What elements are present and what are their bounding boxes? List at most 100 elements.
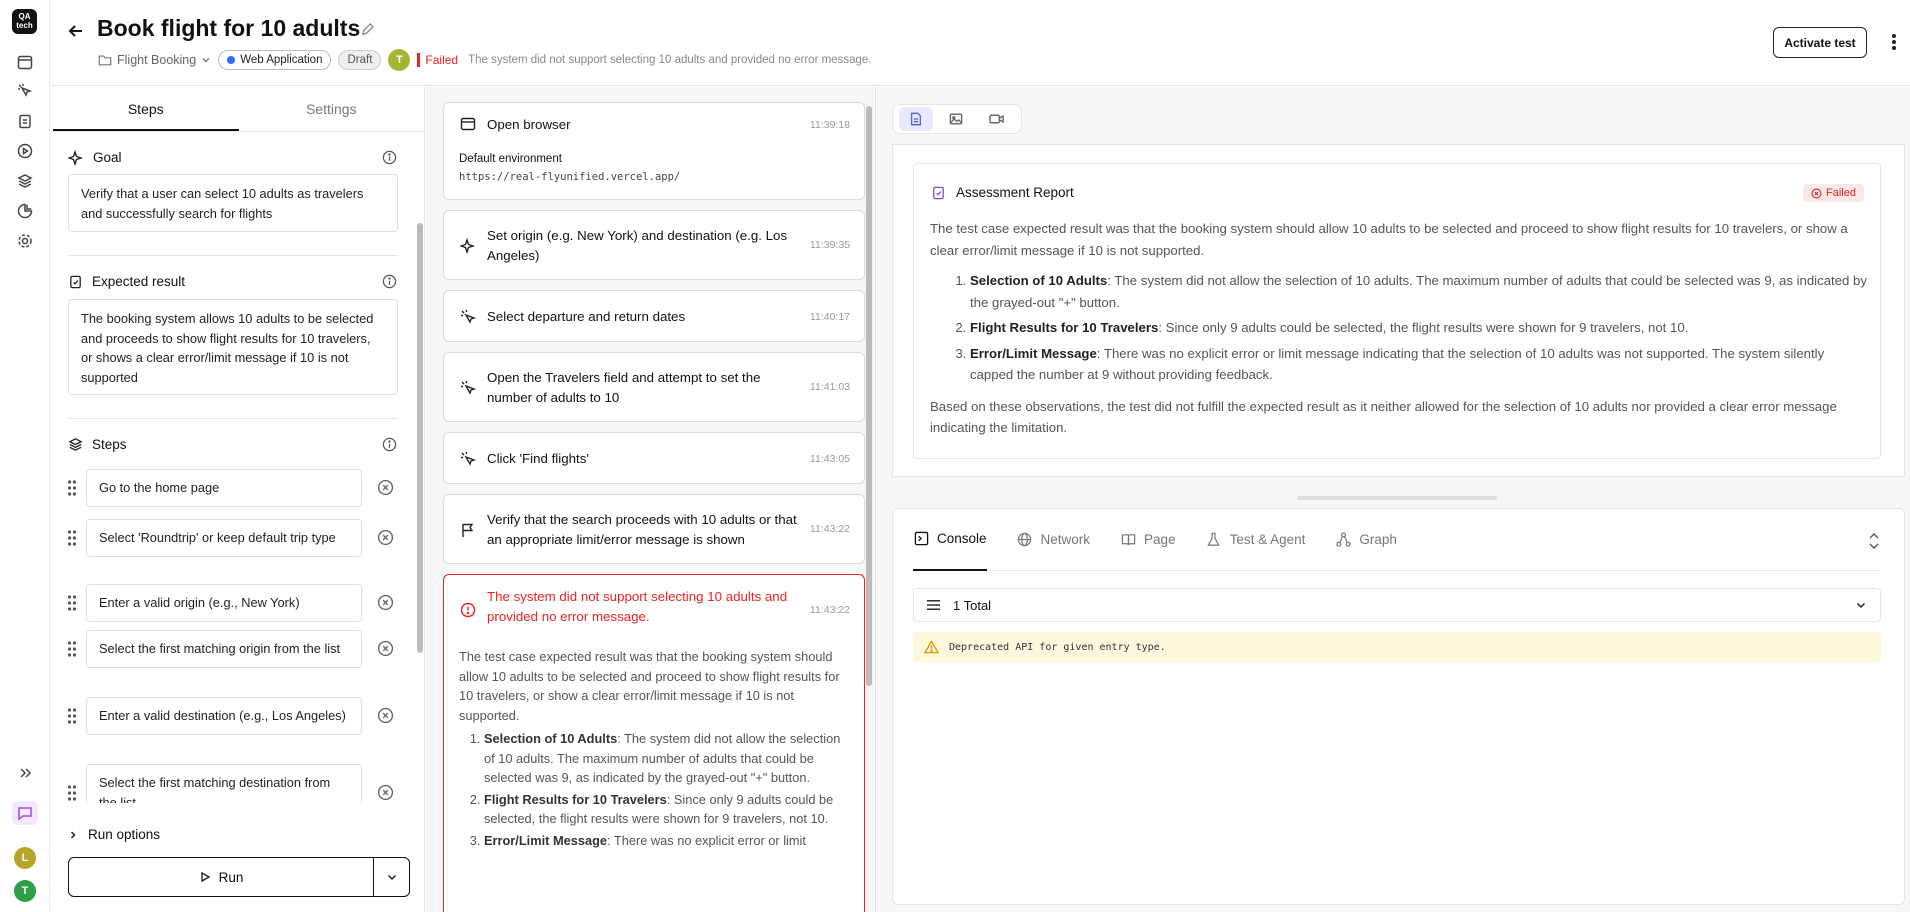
panel-resize-handle[interactable] <box>1297 496 1497 500</box>
remove-step-icon[interactable] <box>376 479 394 497</box>
pencil-icon[interactable] <box>358 20 376 38</box>
info-icon[interactable] <box>381 149 398 166</box>
tab-console[interactable]: Console <box>913 509 987 571</box>
app-type-badge[interactable]: Web Application <box>218 50 332 70</box>
tab-console-label: Console <box>937 531 987 546</box>
video-view-button[interactable] <box>979 107 1013 131</box>
screenshot-view-button[interactable] <box>939 107 973 131</box>
expand-collapse-icon[interactable] <box>1866 529 1882 553</box>
pie-chart-icon[interactable] <box>15 201 35 221</box>
activate-test-button[interactable]: Activate test <box>1773 27 1867 58</box>
step-input[interactable]: Select 'Roundtrip' or keep default trip … <box>86 519 362 557</box>
timeline-item[interactable]: Verify that the search proceeds with 10 … <box>443 494 865 564</box>
editor-tabs: Steps Settings <box>53 87 424 132</box>
assessment-report: Assessment Report Failed The test case e… <box>913 163 1881 459</box>
page-header: Book flight for 10 adults Flight Booking… <box>50 0 1910 86</box>
drag-handle-icon[interactable] <box>65 527 79 549</box>
expand-rail-icon[interactable] <box>15 763 35 783</box>
tab-settings[interactable]: Settings <box>239 87 425 131</box>
goal-label: Goal <box>93 150 122 165</box>
step-input[interactable]: Go to the home page <box>86 469 362 507</box>
warning-triangle-icon <box>923 639 939 655</box>
sparkle-icon <box>459 237 477 255</box>
goal-field[interactable]: Verify that a user can select 10 adults … <box>68 174 398 232</box>
remove-step-icon[interactable] <box>376 784 394 802</box>
video-icon <box>988 112 1004 126</box>
drag-handle-icon[interactable] <box>65 705 79 727</box>
flask-icon <box>1206 532 1222 548</box>
remove-step-icon[interactable] <box>376 594 394 612</box>
report-body: The test case expected result was that t… <box>930 218 1870 439</box>
timeline-item-title: Open browser <box>487 117 571 132</box>
cursor-click-icon <box>459 379 477 397</box>
document-icon <box>909 112 923 126</box>
sparkle-cursor-icon[interactable] <box>15 81 35 101</box>
clipboard-check-icon <box>930 184 946 200</box>
tab-network[interactable]: Network <box>1017 509 1090 571</box>
editor-scrollbar[interactable] <box>417 223 423 653</box>
run-label: Run <box>218 869 244 885</box>
folder-icon <box>98 53 112 67</box>
layers-icon[interactable] <box>15 171 35 191</box>
run-menu-button[interactable] <box>373 858 409 896</box>
step-input[interactable]: Enter a valid destination (e.g., Los Ang… <box>86 697 362 735</box>
info-icon[interactable] <box>381 436 398 453</box>
failure-point-label: Selection of 10 Adults <box>484 731 618 746</box>
timeline-item[interactable]: Open the Travelers field and attempt to … <box>443 352 865 422</box>
report-status-badge: Failed <box>1803 184 1864 202</box>
failure-point: Selection of 10 Adults: The system did n… <box>484 729 854 788</box>
drag-handle-icon[interactable] <box>65 638 79 660</box>
drag-handle-icon[interactable] <box>65 782 79 804</box>
browser-window-icon <box>459 115 477 133</box>
tab-steps[interactable]: Steps <box>53 87 239 131</box>
step-input[interactable]: Select the first matching destination fr… <box>86 764 362 803</box>
step-row: Select 'Roundtrip' or keep default trip … <box>65 519 405 557</box>
calendar-icon[interactable] <box>15 52 35 72</box>
run-options-label: Run options <box>88 827 161 842</box>
environment-url[interactable]: https://real-flyunified.vercel.app/ <box>459 171 680 183</box>
report-header: Assessment Report <box>930 184 1074 200</box>
remove-step-icon[interactable] <box>376 640 394 658</box>
report-point-text: : There was no explicit error or limit m… <box>970 345 1825 383</box>
avatar[interactable]: T <box>388 49 411 71</box>
breadcrumb[interactable]: Flight Booking <box>98 53 211 67</box>
more-options-icon[interactable] <box>1886 31 1902 53</box>
info-icon[interactable] <box>381 273 398 290</box>
timeline-item[interactable]: Select departure and return dates 11:40:… <box>443 290 865 342</box>
timeline-item[interactable]: Set origin (e.g. New York) and destinati… <box>443 210 865 280</box>
failure-point: Flight Results for 10 Travelers: Since o… <box>484 790 854 829</box>
log-summary-row[interactable]: 1 Total <box>913 588 1881 622</box>
drag-handle-icon[interactable] <box>65 477 79 499</box>
step-input[interactable]: Select the first matching origin from th… <box>86 630 362 668</box>
drag-handle-icon[interactable] <box>65 592 79 614</box>
play-circle-icon[interactable] <box>15 141 35 161</box>
timeline-item[interactable]: Open browser 11:39:18 Default environmen… <box>443 102 865 200</box>
report-view-button[interactable] <box>899 107 933 131</box>
expected-result-field[interactable]: The booking system allows 10 adults to b… <box>68 299 398 395</box>
gear-icon[interactable] <box>15 231 35 251</box>
step-row: Enter a valid destination (e.g., Los Ang… <box>65 697 405 735</box>
step-input[interactable]: Enter a valid origin (e.g., New York) <box>86 584 362 622</box>
run-options-toggle[interactable]: Run options <box>68 827 160 842</box>
avatar-t[interactable]: T <box>14 880 36 902</box>
tab-test-agent-label: Test & Agent <box>1229 532 1306 547</box>
page-title: Book flight for 10 adults <box>97 15 361 41</box>
app-logo[interactable]: QA tech <box>12 9 37 34</box>
chat-icon[interactable] <box>12 801 38 825</box>
avatar-l[interactable]: L <box>14 847 36 869</box>
timeline-item-title: Set origin (e.g. New York) and destinati… <box>487 228 788 263</box>
timeline-item-time: 11:43:22 <box>809 604 850 616</box>
tab-graph[interactable]: Graph <box>1335 509 1397 571</box>
run-button[interactable]: Run <box>69 858 373 896</box>
clipboard-icon[interactable] <box>15 111 35 131</box>
timeline-scrollbar[interactable] <box>866 106 872 686</box>
timeline-item[interactable]: Click 'Find flights' 11:43:05 <box>443 432 865 484</box>
tab-test-agent[interactable]: Test & Agent <box>1206 509 1306 571</box>
tab-page[interactable]: Page <box>1120 509 1176 571</box>
remove-step-icon[interactable] <box>376 707 394 725</box>
terminal-icon <box>913 531 929 547</box>
back-arrow-icon[interactable] <box>65 20 87 42</box>
timeline-failure-item[interactable]: The system did not support selecting 10 … <box>443 574 865 912</box>
console-warning-row[interactable]: Deprecated API for given entry type. <box>913 632 1881 662</box>
remove-step-icon[interactable] <box>376 529 394 547</box>
